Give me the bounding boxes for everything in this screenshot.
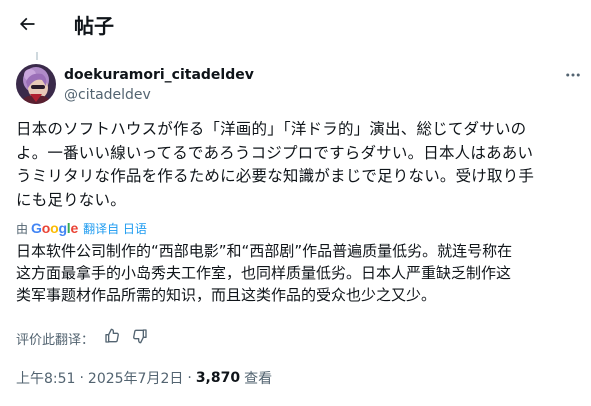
thumbs-down-icon [132,328,148,348]
translated-line: 日本软件公司制作的“西部电影”和“西部剧”作品普遍质量低劣。就连号称在 [16,242,513,260]
post-original-text: 日本のソフトハウスが作る「洋画的」「洋ドラ的」演出、総じてダサいの よ。一番いい… [16,118,576,212]
original-line: うミリタリな作品を作るために必要な知識がまじで足りない。受け取り手 [16,167,535,185]
original-line: よ。一番いい線いってるであろうコジプロですらダサい。日本人はああい [16,143,534,162]
author-handle[interactable]: @citadeldev [64,86,254,104]
views-label: 查看 [244,371,273,387]
more-horizontal-icon [564,66,582,88]
views-count: 3,870 [195,370,241,386]
post-detail-page: 帖子 doekuramori_citadeldev @citadeldev 日本… [0,0,591,406]
thumbs-up-button[interactable] [102,328,122,348]
author-avatar[interactable] [16,64,56,104]
google-logo: Google [31,220,79,236]
rate-translation-label: 评价此翻译： [16,332,95,348]
original-line: 日本のソフトハウスが作る「洋画的」「洋ドラ的」演出、総じてダサいの [16,120,527,138]
thread-connector-line [36,52,38,60]
translated-from-link[interactable]: 翻译自 日语 [83,220,147,237]
translated-line: 类军事题材作品所需的知识，而且这类作品的受众也少之又少。 [16,286,437,304]
post-meta: 上午8:51 · 2025年7月2日 · 3,870 查看 [16,368,272,388]
post-translated-text: 日本软件公司制作的“西部电影”和“西部剧”作品普遍质量低劣。就连号称在 这方面最… [16,240,582,306]
rate-translation-row: 评价此翻译： [16,328,150,348]
arrow-left-icon [17,14,37,38]
more-options-button[interactable] [562,66,584,88]
author-name[interactable]: doekuramori_citadeldev [64,66,254,84]
translated-line: 这方面最拿手的小岛秀夫工作室，也同样质量低劣。日本人严重缺乏制作这 [16,264,512,282]
post-time[interactable]: 上午8:51 [16,368,75,388]
page-title: 帖子 [74,14,114,38]
meta-separator: · [187,370,192,386]
thumbs-up-icon [104,328,120,348]
page-header: 帖子 [0,0,591,52]
back-button[interactable] [13,12,41,40]
original-line: にも足りない。 [16,190,126,209]
post-date[interactable]: 2025年7月2日 [88,368,183,388]
translation-attribution: 由 Google 翻译自 日语 [16,219,147,237]
thumbs-down-button[interactable] [130,328,150,348]
meta-separator: · [79,370,84,386]
translation-by-label: 由 [16,221,29,236]
author-info: doekuramori_citadeldev @citadeldev [64,66,254,104]
